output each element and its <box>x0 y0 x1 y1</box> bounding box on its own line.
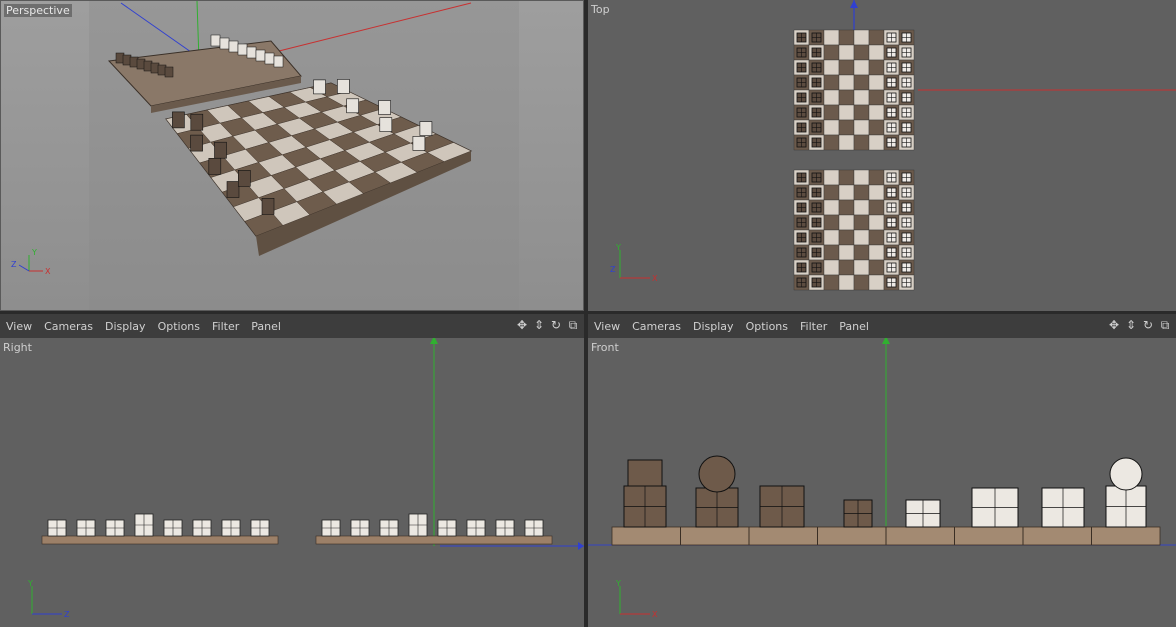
dolly-icon[interactable]: ⇕ <box>1124 318 1138 332</box>
maximize-icon[interactable]: ⧉ <box>566 318 580 332</box>
dolly-icon[interactable]: ⇕ <box>532 318 546 332</box>
maximize-icon[interactable]: ⧉ <box>1158 318 1172 332</box>
top-viewport[interactable]: Top Y Z X <box>588 0 1176 311</box>
top-board-upper <box>793 29 915 151</box>
svg-text:Y: Y <box>615 579 621 588</box>
front-viewport[interactable]: Front Y X <box>588 338 1176 627</box>
axis-gizmo-front: Y X <box>615 579 658 619</box>
svg-text:Y: Y <box>31 248 37 257</box>
menu-display[interactable]: Display <box>693 320 734 333</box>
right-viewport[interactable]: Right Y Z <box>0 338 584 627</box>
svg-text:X: X <box>652 274 658 283</box>
svg-text:X: X <box>45 267 51 276</box>
menu-filter[interactable]: Filter <box>800 320 827 333</box>
menu-cameras[interactable]: Cameras <box>44 320 93 333</box>
svg-text:Y: Y <box>615 243 621 252</box>
menu-view[interactable]: View <box>594 320 620 333</box>
viewport-label-right: Right <box>3 341 32 354</box>
svg-text:Z: Z <box>11 260 17 269</box>
axis-gizmo: Y X Z <box>11 248 51 276</box>
right-scene: Y Z <box>27 338 584 619</box>
perspective-viewport[interactable]: Perspective Y X Z <box>0 0 584 311</box>
menu-display[interactable]: Display <box>105 320 146 333</box>
viewport-label-top: Top <box>591 3 610 16</box>
menu-panel[interactable]: Panel <box>251 320 281 333</box>
menu-options[interactable]: Options <box>746 320 788 333</box>
front-scene: Y X <box>588 338 1176 619</box>
axis-gizmo-top: Y Z X <box>610 243 658 283</box>
svg-text:Y: Y <box>27 579 33 588</box>
perspective-scene: Y X Z <box>11 1 519 310</box>
svg-text:Z: Z <box>610 265 616 274</box>
right-row-left <box>41 513 279 545</box>
menu-options[interactable]: Options <box>158 320 200 333</box>
rotate-icon[interactable]: ↻ <box>549 318 563 332</box>
viewport-label-front: Front <box>591 341 619 354</box>
rotate-icon[interactable]: ↻ <box>1141 318 1155 332</box>
menu-filter[interactable]: Filter <box>212 320 239 333</box>
menu-panel[interactable]: Panel <box>839 320 869 333</box>
viewport-label-perspective: Perspective <box>4 4 72 17</box>
move-icon[interactable]: ✥ <box>515 318 529 332</box>
menu-view[interactable]: View <box>6 320 32 333</box>
svg-text:Z: Z <box>64 610 70 619</box>
svg-text:X: X <box>652 610 658 619</box>
top-scene: Y Z X <box>610 0 1176 291</box>
axis-gizmo-right: Y Z <box>27 579 70 619</box>
top-board-lower <box>793 169 915 291</box>
menubar-right: View Cameras Display Options Filter Pane… <box>588 314 1176 339</box>
menu-cameras[interactable]: Cameras <box>632 320 681 333</box>
move-icon[interactable]: ✥ <box>1107 318 1121 332</box>
menubar-left: View Cameras Display Options Filter Pane… <box>0 314 584 339</box>
